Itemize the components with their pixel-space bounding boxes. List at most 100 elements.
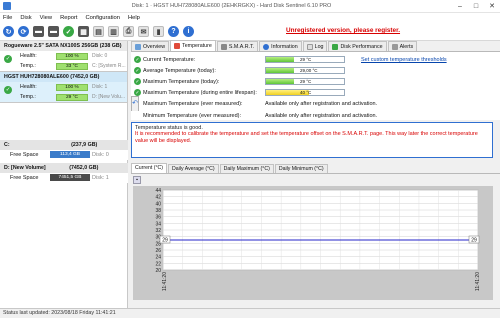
help-icon[interactable]: ?: [168, 26, 179, 37]
y-tick-label: 24: [155, 255, 161, 261]
disk-test-icon[interactable]: ▬: [48, 26, 59, 37]
tab-smart[interactable]: S.M.A.R.T.: [216, 41, 259, 51]
health-label: Health:: [20, 84, 37, 90]
y-tick-label: 22: [155, 261, 161, 267]
tab-daily-minimum[interactable]: Daily Minimum (°C): [274, 164, 328, 173]
check-icon: ✓: [134, 67, 141, 74]
max-life-temp-label: Maximum Temperature (during entire lifes…: [143, 90, 257, 96]
disk-entry[interactable]: Rogueware 2.5" SATA NX100S 256GB (238 GB…: [0, 41, 127, 72]
volume-size: (237,9 GB): [71, 142, 98, 148]
disk-number: Disk: 1: [92, 84, 108, 90]
unregistered-link[interactable]: Unregistered version, please register.: [286, 27, 400, 34]
volume-disk-note: Disk: 0: [92, 152, 109, 158]
free-space-label: Free Space: [10, 175, 39, 181]
alert-icon: [391, 43, 398, 50]
avg-temp-fill: [266, 68, 295, 73]
disk-name: HGST HUH728080ALE600 (7452,0 GB): [0, 72, 127, 82]
tab-information[interactable]: Information: [259, 41, 302, 51]
menu-configuration[interactable]: Configuration: [86, 15, 120, 21]
max-temp-bar: 29 °C: [265, 78, 345, 85]
minimize-icon[interactable]: –: [452, 0, 468, 13]
tab-temperature[interactable]: Temperature: [170, 40, 216, 51]
avg-temp-value: 29,00 °C: [300, 68, 318, 73]
current-temp-value: 29 °C: [300, 57, 312, 62]
report-icon[interactable]: ▤: [93, 26, 104, 37]
tab-overview[interactable]: Overview: [131, 41, 170, 51]
max-ever-temp-label: Maximum Temperature (ever measured):: [143, 101, 243, 107]
menu-view[interactable]: View: [40, 15, 52, 21]
temperature-panel: ✓ Current Temperature: 29 °C Set custom …: [131, 52, 500, 112]
current-temp-bar: 29 °C: [265, 56, 345, 63]
bars-icon[interactable]: ▮: [153, 26, 164, 37]
y-tick-label: 40: [155, 201, 161, 207]
max-temp-label: Maximum Temperature (today):: [143, 79, 220, 85]
menu-help[interactable]: Help: [128, 15, 140, 21]
disk-entry-selected[interactable]: HGST HUH728080ALE600 (7452,0 GB) ✓ Healt…: [0, 72, 127, 103]
max-temp-value: 29 °C: [300, 79, 312, 84]
app-icon: [3, 2, 11, 10]
disk-icon[interactable]: ▬: [33, 26, 44, 37]
refresh-icon[interactable]: ↻: [3, 26, 14, 37]
min-ever-temp-value: Available only after registration and ac…: [265, 113, 378, 119]
surface-test-icon[interactable]: ▦: [78, 26, 89, 37]
check-icon: ✓: [134, 78, 141, 85]
custom-thresholds-link[interactable]: Set custom temperature thresholds: [361, 57, 447, 63]
max-life-temp-bar: 40 °C: [265, 89, 345, 96]
min-ever-temp-label: Minimum Temperature (ever measured):: [143, 113, 242, 119]
menu-bar: File Disk View Report Configuration Help: [0, 13, 500, 23]
temp-label: Temp.:: [20, 94, 36, 100]
temp-label: Temp.:: [20, 63, 36, 69]
tab-current[interactable]: Current (°C): [131, 163, 168, 173]
save-chart-icon[interactable]: ▪: [133, 176, 141, 184]
title-bar: Disk: 1 · HGST HUH728080ALE600 (2EHKRGKX…: [0, 0, 500, 13]
tab-disk-performance[interactable]: Disk Performance: [328, 41, 387, 51]
menu-report[interactable]: Report: [60, 15, 77, 21]
current-temp-fill: [266, 57, 295, 62]
info-icon[interactable]: i: [183, 26, 194, 37]
tab-daily-maximum[interactable]: Daily Maximum (°C): [219, 164, 274, 173]
free-space-label: Free Space: [10, 152, 39, 158]
avg-temp-label: Average Temperature (today):: [143, 68, 216, 74]
avg-temp-bar: 29,00 °C: [265, 67, 345, 74]
tab-label: Alerts: [399, 43, 414, 50]
check-icon: ✓: [134, 56, 141, 63]
health-value: 100 %: [56, 83, 88, 91]
y-tick-label: 44: [155, 188, 161, 194]
toolbar: ↻ ⟳ ▬ ▬ ✓ ▦ ▤ ▥ ⎙ ✉ ▮ ? i: [0, 23, 500, 41]
y-tick-label: 42: [155, 195, 161, 201]
tab-daily-average[interactable]: Daily Average (°C): [168, 164, 219, 173]
y-tick-label: 36: [155, 215, 161, 221]
volume-entry[interactable]: C: (237,9 GB) Free Space 113,4 GB Disk: …: [0, 140, 128, 160]
close-icon[interactable]: ✕: [484, 0, 500, 13]
free-space-bar: 113,4 GB: [50, 151, 90, 158]
refresh-all-icon[interactable]: ⟳: [18, 26, 29, 37]
current-temp-label: Current Temperature:: [143, 57, 196, 63]
volume-name: D: [New Volume]: [4, 165, 46, 171]
tab-label: Overview: [143, 43, 166, 50]
tab-label: Disk Performance: [340, 43, 383, 50]
menu-disk[interactable]: Disk: [20, 15, 31, 21]
tab-log[interactable]: Log: [302, 41, 328, 51]
info-icon: [263, 43, 270, 50]
health-label: Health:: [20, 53, 37, 59]
volume-size: (7452,0 GB): [69, 165, 99, 171]
x-tick-label: 11:41:20: [162, 272, 168, 291]
temperature-status-box: Temperature status is good. It is recomm…: [131, 122, 493, 158]
temp-value: 33 °C: [56, 62, 88, 70]
send-icon[interactable]: ✉: [138, 26, 149, 37]
maximize-icon[interactable]: □: [468, 0, 484, 13]
volume-entry[interactable]: D: [New Volume] (7452,0 GB) Free Space 7…: [0, 163, 128, 183]
thermometer-icon: [174, 43, 181, 49]
print-icon[interactable]: ⎙: [123, 26, 134, 37]
save-report-icon[interactable]: ▥: [108, 26, 119, 37]
check-icon: ✓: [134, 89, 141, 96]
volume-note: D: [New Volu...: [92, 94, 126, 100]
disk-health-icon[interactable]: ✓: [63, 26, 74, 37]
tab-alerts[interactable]: Alerts: [387, 41, 418, 51]
volume-note: C: [System R...: [92, 63, 126, 69]
menu-file[interactable]: File: [3, 15, 12, 21]
collapse-arrow-icon[interactable]: ↶: [131, 96, 139, 112]
free-space-bar: 7451,5 GB: [50, 174, 90, 181]
volume-header: C: (237,9 GB): [0, 140, 128, 150]
overview-icon: [135, 43, 141, 50]
